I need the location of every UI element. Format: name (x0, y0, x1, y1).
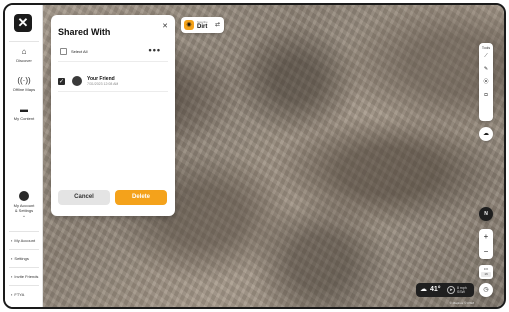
zoom-controls: + − (479, 229, 493, 259)
divider (58, 91, 168, 92)
checkbox-checked[interactable]: ✓ (58, 77, 65, 85)
divider (9, 249, 39, 250)
chevron-down-icon: ⌄ (21, 213, 27, 219)
ruler-icon[interactable]: ⟋ (479, 50, 493, 63)
sidebar-link-label: Settings (14, 256, 29, 261)
temperature: 41° (430, 286, 441, 293)
shared-with-panel: Shared With ✕ Select All ••• ✓ Your Frie… (51, 15, 175, 216)
camera-icon[interactable]: ◘ (479, 89, 493, 102)
help-icon: ▪ (11, 292, 13, 297)
map-attribution: © Mapbox © OSM (449, 301, 474, 305)
sidebar-item-label: Offline Maps (12, 87, 36, 92)
cancel-button[interactable]: Cancel (58, 190, 110, 205)
map-layer-selector[interactable]: ◉ Satellite Dirt ⇄ (181, 17, 224, 33)
sidebar-link-label: Invite Friends (14, 274, 39, 279)
folder-icon: ▬ (20, 105, 28, 114)
panel-title: Shared With (58, 27, 111, 37)
binoculars-icon: ⌂ (21, 47, 27, 56)
app-window: ✕ ⌂ Discover ((·)) Offline Maps ▬ My Con… (3, 3, 506, 309)
divider (9, 285, 39, 286)
checkbox[interactable] (60, 48, 67, 55)
avatar (19, 191, 29, 201)
layer-icon: ◉ (184, 20, 194, 30)
list-item[interactable]: ✓ Your Friend 7/31/2023 12:08 AM (58, 74, 168, 88)
gear-icon: ▪ (11, 256, 13, 261)
sidebar-link-settings[interactable]: ▪ Settings (11, 256, 29, 261)
sidebar-link-label: FTYA (14, 292, 25, 297)
close-icon[interactable]: ✕ (162, 22, 168, 30)
pin-icon[interactable]: ⦿ (479, 76, 493, 89)
sidebar-link-invite-friends[interactable]: ▪ Invite Friends (11, 274, 38, 279)
sidebar-link-my-account[interactable]: ▪ My Account (11, 238, 35, 243)
zoom-in-button[interactable]: + (479, 229, 493, 244)
sidebar-item-discover[interactable]: ⌂ Discover (5, 47, 43, 63)
wind-direction-icon: ➤ (447, 286, 455, 294)
scale-indicator[interactable]: 0 ft 1ft (479, 265, 493, 279)
layer-name: Dirt (197, 24, 208, 30)
compass-button[interactable]: N (479, 207, 493, 221)
wind-direction: SSW (457, 290, 465, 294)
more-options-icon[interactable]: ••• (149, 45, 161, 55)
pen-icon[interactable]: ✎ (479, 63, 493, 76)
app-logo-icon[interactable]: ✕ (14, 14, 32, 32)
wind-info: 8 mph SSW (457, 286, 467, 294)
invite-icon: ▪ (11, 274, 13, 279)
avatar (72, 76, 82, 86)
divider (9, 267, 39, 268)
sidebar-item-my-content[interactable]: ▬ My Content (5, 105, 43, 121)
account-menu[interactable]: My Account & Settings ⌄ (5, 191, 43, 219)
scale-top-label: 0 ft (483, 267, 489, 271)
user-icon: ▪ (11, 238, 13, 243)
sidebar-item-offline-maps[interactable]: ((·)) Offline Maps (5, 76, 43, 92)
zoom-out-button[interactable]: − (479, 244, 493, 259)
tools-panel: Tools ⟋ ✎ ⦿ ◘ (479, 43, 493, 121)
scale-value: 1ft (481, 272, 491, 277)
cloud-icon: ☁ (420, 286, 427, 293)
sidebar-item-label: My Content (13, 116, 35, 121)
clock-icon[interactable]: ◷ (479, 283, 493, 297)
sidebar-item-label: Discover (16, 58, 32, 63)
select-all-checkbox[interactable]: Select All (60, 48, 87, 55)
delete-button[interactable]: Delete (115, 190, 167, 205)
friend-date: 7/31/2023 12:08 AM (87, 81, 119, 86)
sidebar: ✕ ⌂ Discover ((·)) Offline Maps ▬ My Con… (5, 5, 43, 307)
divider (58, 61, 168, 62)
sidebar-link-ftya[interactable]: ▪ FTYA (11, 292, 24, 297)
divider (9, 41, 39, 42)
swap-icon[interactable]: ⇄ (215, 21, 220, 28)
select-all-label: Select All (71, 49, 88, 54)
divider (9, 231, 39, 232)
friend-name: Your Friend (87, 75, 115, 82)
layers-icon[interactable]: ☁ (479, 127, 493, 141)
friend-info: Your Friend 7/31/2023 12:08 AM (87, 76, 118, 87)
sidebar-link-label: My Account (14, 238, 36, 243)
weather-widget[interactable]: ☁ 41° ➤ 8 mph SSW (416, 283, 474, 297)
offline-signal-icon: ((·)) (17, 76, 31, 85)
